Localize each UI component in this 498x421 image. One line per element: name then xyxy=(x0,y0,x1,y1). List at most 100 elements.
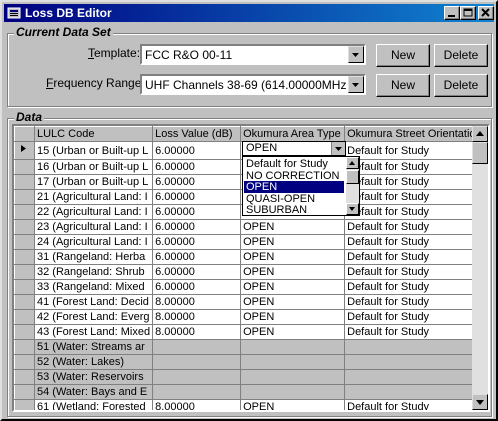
table-cell[interactable]: Default for Study xyxy=(344,174,485,190)
row-selector[interactable] xyxy=(14,384,35,400)
table-cell[interactable]: 21 (Agricultural Land: I xyxy=(33,189,154,205)
table-cell[interactable]: 22 (Agricultural Land: I xyxy=(33,204,154,220)
row-selector[interactable] xyxy=(14,294,35,310)
table-cell[interactable]: 6.00000 xyxy=(152,159,242,175)
title-bar[interactable]: Loss DB Editor xyxy=(4,4,494,22)
table-cell[interactable]: Default for Study xyxy=(344,324,485,340)
table-cell[interactable]: 8.00000 xyxy=(152,294,242,310)
area-type-cell-editor[interactable]: OPEN xyxy=(242,141,346,156)
table-cell[interactable] xyxy=(344,339,485,355)
table-cell[interactable]: OPEN xyxy=(240,294,346,310)
table-cell[interactable]: Default for Study xyxy=(344,159,485,175)
table-cell[interactable]: 8.00000 xyxy=(152,399,242,410)
table-row[interactable]: 24 (Agricultural Land: I 6.00000 OPEN Defau… xyxy=(14,234,485,250)
table-cell[interactable]: 6.00000 xyxy=(152,174,242,190)
table-cell[interactable]: Default for Study xyxy=(344,189,485,205)
table-cell[interactable]: 43 (Forest Land: Mixed xyxy=(33,324,154,340)
frequency-delete-button[interactable]: Delete xyxy=(434,74,488,97)
table-cell[interactable] xyxy=(344,354,485,370)
table-cell[interactable] xyxy=(152,369,242,385)
table-cell[interactable]: 33 (Rangeland: Mixed xyxy=(33,279,154,295)
table-cell[interactable]: 6.00000 xyxy=(152,234,242,250)
table-cell[interactable]: Default for Study xyxy=(344,141,485,160)
row-selector[interactable] xyxy=(14,234,35,250)
dropdown-option[interactable]: QUASI-OPEN xyxy=(244,193,344,205)
table-cell[interactable]: 8.00000 xyxy=(152,309,242,325)
dropdown-scroll-up[interactable] xyxy=(346,157,359,169)
table-cell[interactable]: 41 (Forest Land: Decid xyxy=(33,294,154,310)
table-cell[interactable]: 24 (Agricultural Land: I xyxy=(33,234,154,250)
area-type-dropdown-list[interactable]: Default for Study NO CORRECTION OPEN QUASI-… xyxy=(242,156,360,216)
table-row[interactable]: 23 (Agricultural Land: I 6.00000 OPEN Defau… xyxy=(14,219,485,235)
table-row[interactable]: 54 (Water: Bays and E xyxy=(14,384,485,400)
table-cell[interactable]: OPEN xyxy=(240,249,346,265)
table-cell[interactable]: 6.00000 xyxy=(152,204,242,220)
grid-vertical-scrollbar[interactable] xyxy=(472,126,488,410)
maximize-button[interactable] xyxy=(460,6,476,20)
table-cell[interactable]: Default for Study xyxy=(344,279,485,295)
table-cell[interactable] xyxy=(152,354,242,370)
table-row[interactable]: 33 (Rangeland: Mixed 6.00000 OPEN Default f… xyxy=(14,279,485,295)
row-selector[interactable] xyxy=(14,339,35,355)
frequency-range-combo[interactable]: UHF Channels 38-69 (614.00000MHz - 806 xyxy=(140,74,366,95)
close-button[interactable] xyxy=(478,6,494,20)
table-cell[interactable]: 51 (Water: Streams ar xyxy=(33,339,154,355)
table-cell[interactable] xyxy=(240,339,346,355)
table-cell[interactable]: 6.00000 xyxy=(152,279,242,295)
table-cell[interactable] xyxy=(240,369,346,385)
dropdown-option[interactable]: SUBURBAN xyxy=(244,204,344,216)
row-selector[interactable] xyxy=(14,219,35,235)
table-cell[interactable]: Default for Study xyxy=(344,399,485,410)
row-selector[interactable] xyxy=(14,279,35,295)
template-delete-button[interactable]: Delete xyxy=(434,44,488,67)
table-cell[interactable] xyxy=(152,384,242,400)
table-row[interactable]: 51 (Water: Streams ar xyxy=(14,339,485,355)
row-selector[interactable] xyxy=(14,204,35,220)
table-cell[interactable] xyxy=(240,384,346,400)
col-header-lulc-code[interactable]: LULC Code xyxy=(33,126,154,142)
table-cell[interactable] xyxy=(344,369,485,385)
row-selector[interactable] xyxy=(14,264,35,280)
col-header-street-orientation[interactable]: Okumura Street Orientation xyxy=(344,126,485,142)
scroll-thumb[interactable] xyxy=(472,142,488,164)
table-cell[interactable]: Default for Study xyxy=(344,264,485,280)
table-cell[interactable]: 15 (Urban or Built-up L xyxy=(33,141,154,160)
table-cell[interactable]: 6.00000 xyxy=(152,189,242,205)
data-grid[interactable]: LULC Code Loss Value (dB) Okumura Area T… xyxy=(12,124,490,412)
table-cell[interactable]: OPEN xyxy=(240,264,346,280)
table-cell[interactable]: OPEN xyxy=(240,324,346,340)
row-selector[interactable] xyxy=(14,174,35,190)
template-dropdown-button[interactable] xyxy=(348,46,364,63)
template-combo[interactable]: FCC R&O 00-11 xyxy=(140,44,366,65)
dropdown-option[interactable]: Default for Study xyxy=(244,158,344,170)
table-cell[interactable]: Default for Study xyxy=(344,204,485,220)
table-cell[interactable]: 31 (Rangeland: Herba xyxy=(33,249,154,265)
table-cell[interactable] xyxy=(152,339,242,355)
dropdown-option[interactable]: OPEN xyxy=(244,181,344,193)
table-row[interactable]: 52 (Water: Lakes) xyxy=(14,354,485,370)
table-cell[interactable]: 16 (Urban or Built-up L xyxy=(33,159,154,175)
table-cell[interactable]: 52 (Water: Lakes) xyxy=(33,354,154,370)
row-selector[interactable] xyxy=(14,159,35,175)
table-cell[interactable]: 61 (Wetland: Forested xyxy=(33,399,154,410)
table-cell[interactable]: Default for Study xyxy=(344,249,485,265)
table-cell[interactable]: OPEN xyxy=(240,219,346,235)
table-cell[interactable]: Default for Study xyxy=(344,219,485,235)
scroll-up-button[interactable] xyxy=(472,126,488,142)
table-row[interactable]: 41 (Forest Land: Decid 8.00000 OPEN Default… xyxy=(14,294,485,310)
table-row[interactable]: 61 (Wetland: Forested 8.00000 OPEN Default … xyxy=(14,399,485,410)
dropdown-option[interactable]: NO CORRECTION xyxy=(244,170,344,182)
table-row[interactable]: 32 (Rangeland: Shrub 6.00000 OPEN Default f… xyxy=(14,264,485,280)
table-cell[interactable]: 6.00000 xyxy=(152,249,242,265)
table-cell[interactable]: OPEN xyxy=(240,399,346,410)
row-selector[interactable] xyxy=(14,309,35,325)
table-cell[interactable]: Default for Study xyxy=(344,309,485,325)
row-selector[interactable] xyxy=(14,324,35,340)
row-selector[interactable] xyxy=(14,399,35,410)
table-cell[interactable]: 42 (Forest Land: Everg xyxy=(33,309,154,325)
frequency-new-button[interactable]: New xyxy=(376,74,430,97)
minimize-button[interactable] xyxy=(444,6,460,20)
table-row[interactable]: 53 (Water: Reservoirs xyxy=(14,369,485,385)
frequency-dropdown-button[interactable] xyxy=(348,76,364,93)
table-cell[interactable]: OPEN xyxy=(240,279,346,295)
